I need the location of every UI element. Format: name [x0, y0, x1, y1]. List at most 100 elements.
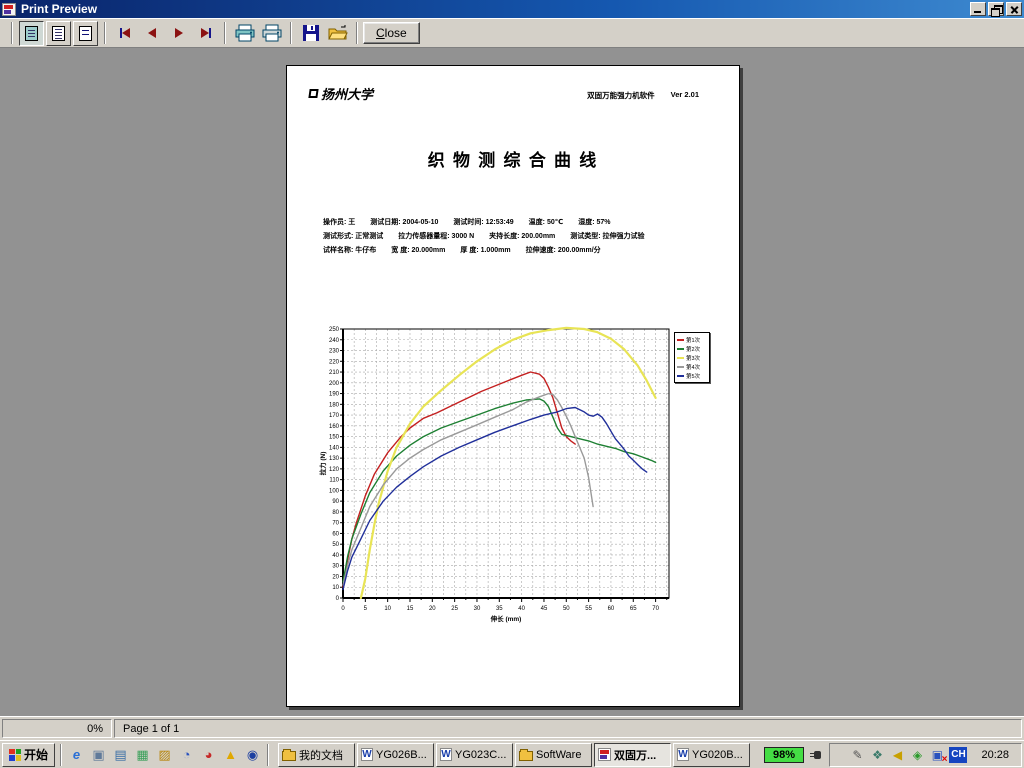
window-title: Print Preview [21, 2, 968, 16]
quicktime-icon[interactable]: ◔ [177, 745, 196, 764]
restore-button[interactable] [988, 2, 1004, 16]
report-header-right: 双固万能强力机软件 Ver 2.01 [587, 90, 699, 101]
page-width-view-button[interactable] [46, 21, 71, 46]
previous-page-button[interactable] [139, 21, 164, 46]
param-item: 宽 度: 20.000mm [391, 244, 445, 258]
svg-text:170: 170 [329, 413, 340, 419]
first-page-button[interactable] [112, 21, 137, 46]
legend-entry: 第4次 [677, 362, 707, 371]
whole-page-view-button[interactable] [19, 21, 44, 46]
param-item: 拉力传感器量程: 3000 N [398, 230, 474, 244]
taskbar-task-button[interactable]: 我的文档 [278, 743, 355, 767]
svg-text:45: 45 [541, 606, 548, 612]
svg-text:伸长 (mm): 伸长 (mm) [490, 614, 522, 623]
network-icon[interactable]: ◈ [909, 747, 925, 763]
taskbar-task-button[interactable]: WYG026B... [357, 743, 434, 767]
print-setup-button[interactable] [232, 21, 257, 46]
taskbar-task-button[interactable]: 双固万... [594, 743, 671, 767]
taskbar-task-button[interactable]: SoftWare [515, 743, 592, 767]
svg-text:230: 230 [329, 349, 340, 355]
legend-color-dash [677, 348, 684, 350]
media-player-icon[interactable]: ◉ [243, 745, 262, 764]
quick-launch-bar: e▣▤▦▨◔◕▲◉ [67, 745, 262, 764]
scanner-icon[interactable]: ❖ [869, 747, 885, 763]
task-label: SoftWare [536, 749, 581, 761]
svg-text:110: 110 [329, 478, 339, 484]
svg-text:90: 90 [332, 499, 339, 505]
internet-explorer-icon[interactable]: e [67, 745, 86, 764]
separator [290, 22, 292, 44]
image-viewer-icon[interactable]: ▦ [133, 745, 152, 764]
param-item: 湿度: 57% [578, 216, 610, 230]
svg-text:10: 10 [332, 585, 339, 591]
svg-text:120: 120 [329, 467, 340, 473]
error-badge: × [942, 754, 948, 765]
open-folder-icon [328, 24, 348, 42]
taskbar: 开始 e▣▤▦▨◔◕▲◉ 我的文档WYG026B...WYG023C... Sof… [0, 740, 1024, 768]
power-plug-icon[interactable] [809, 748, 823, 762]
open-button[interactable] [325, 21, 350, 46]
chart-legend: 第1次第2次第3次第4次第5次 [674, 332, 710, 383]
legend-color-dash [677, 339, 684, 341]
taskbar-task-button[interactable]: WYG023C... [436, 743, 513, 767]
battery-indicator[interactable]: 98% [764, 747, 804, 763]
volume-icon[interactable]: ◀ [889, 747, 905, 763]
separator [104, 22, 106, 44]
university-name: 扬州大学 [321, 84, 373, 103]
param-row-3: 试样名称: 牛仔布宽 度: 20.000mm厚 度: 1.000mm拉伸速度: … [323, 244, 715, 258]
save-button[interactable] [298, 21, 323, 46]
winamp-icon[interactable]: ▲ [221, 745, 240, 764]
status-zoom: 0% [2, 719, 112, 738]
param-item: 测试类型: 拉伸强力试验 [570, 230, 644, 244]
app-icon [2, 3, 16, 16]
legend-color-dash [677, 366, 684, 368]
legend-entry: 第3次 [677, 353, 707, 362]
close-button[interactable]: Close [363, 22, 420, 44]
next-page-icon [175, 28, 183, 38]
next-page-button[interactable] [166, 21, 191, 46]
windows-logo-icon [9, 749, 21, 761]
param-item: 测试形式: 正常测试 [323, 230, 383, 244]
status-page-info: Page 1 of 1 [114, 719, 1022, 738]
display-error-icon[interactable]: ▣× [929, 747, 945, 763]
zoom-view-button[interactable] [73, 21, 98, 46]
titlebar: Print Preview [0, 0, 1024, 18]
graphics-tablet-icon[interactable]: ✎ [849, 747, 865, 763]
task-label: YG020B... [692, 749, 743, 761]
svg-text:0: 0 [336, 596, 340, 602]
separator [224, 22, 226, 44]
param-item: 厚 度: 1.000mm [460, 244, 510, 258]
param-item: 测试日期: 2004-05-10 [370, 216, 438, 230]
svg-text:10: 10 [384, 606, 391, 612]
save-icon [302, 24, 320, 42]
svg-text:60: 60 [608, 606, 615, 612]
svg-text:30: 30 [332, 564, 339, 570]
show-desktop-icon[interactable]: ▣ [89, 745, 108, 764]
separator [60, 744, 62, 766]
report-title: 织 物 测 综 合 曲 线 [287, 146, 739, 171]
start-label: 开始 [24, 746, 48, 763]
print-button[interactable] [259, 21, 284, 46]
last-page-button[interactable] [193, 21, 218, 46]
svg-text:65: 65 [630, 606, 637, 612]
paint-icon[interactable]: ▨ [155, 745, 174, 764]
legend-color-dash [677, 357, 684, 359]
curve-chart: 0102030405060708090100110120130140150160… [317, 322, 677, 624]
svg-text:130: 130 [329, 456, 340, 462]
minimize-button[interactable] [970, 2, 986, 16]
realplayer-icon[interactable]: ◕ [199, 745, 218, 764]
notepad-icon[interactable]: ▤ [111, 745, 130, 764]
folder-icon [282, 751, 296, 761]
param-item: 试样名称: 牛仔布 [323, 244, 376, 258]
svg-text:140: 140 [329, 445, 340, 451]
svg-text:40: 40 [332, 553, 339, 559]
statusbar: 0% Page 1 of 1 [0, 716, 1024, 740]
chart-plot: 0102030405060708090100110120130140150160… [317, 322, 677, 624]
svg-text:190: 190 [329, 392, 340, 398]
taskbar-task-button[interactable]: WYG020B... [673, 743, 750, 767]
toolbar: Close [0, 18, 1024, 48]
system-tray: ✎❖◀◈▣×CH20:28 [829, 743, 1022, 767]
start-button[interactable]: 开始 [2, 743, 55, 767]
close-window-button[interactable] [1006, 2, 1022, 16]
language-indicator[interactable]: CH [949, 747, 967, 763]
